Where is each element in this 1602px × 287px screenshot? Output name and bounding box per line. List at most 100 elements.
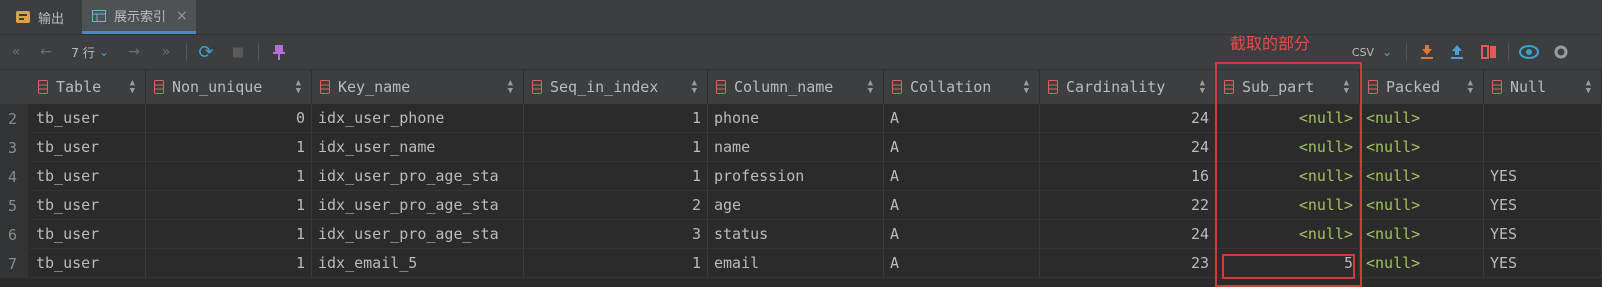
- column-header-collation[interactable]: Collation ▲ ▼: [884, 70, 1040, 104]
- cell-cardinality[interactable]: 16: [1040, 162, 1216, 191]
- sort-icon[interactable]: ▲ ▼: [508, 79, 513, 96]
- table-row[interactable]: 3 tb_user 1 idx_user_name 1 name A 24 <null> <nul…: [0, 133, 1602, 162]
- table-row[interactable]: 6 tb_user 1 idx_user_pro_age_sta 3 status A 24 <…: [0, 220, 1602, 249]
- sort-icon[interactable]: ▲ ▼: [1200, 79, 1205, 96]
- cell-collation[interactable]: A: [884, 191, 1040, 220]
- cell-cardinality[interactable]: 24: [1040, 133, 1216, 162]
- cell-cardinality[interactable]: 22: [1040, 191, 1216, 220]
- cell-packed[interactable]: <null>: [1360, 220, 1484, 249]
- sort-icon[interactable]: ▲ ▼: [868, 79, 873, 96]
- cell-table[interactable]: tb_user: [30, 162, 146, 191]
- cell-cardinality[interactable]: 24: [1040, 104, 1216, 133]
- pin-icon[interactable]: [270, 35, 288, 69]
- table-row[interactable]: 7 tb_user 1 idx_email_5 1 email A 23 5 <null> YES: [0, 249, 1602, 278]
- close-icon[interactable]: ×: [176, 8, 188, 24]
- view-icon[interactable]: [1518, 35, 1540, 69]
- cell-table[interactable]: tb_user: [30, 191, 146, 220]
- sort-icon[interactable]: ▲ ▼: [692, 79, 697, 96]
- cell-sub-part[interactable]: <null>: [1216, 133, 1360, 162]
- download-icon[interactable]: [1418, 35, 1436, 69]
- cell-sub-part[interactable]: <null>: [1216, 162, 1360, 191]
- cell-packed[interactable]: <null>: [1360, 162, 1484, 191]
- first-page-icon[interactable]: «: [8, 35, 24, 69]
- cell-non-unique[interactable]: 1: [146, 191, 312, 220]
- sort-icon[interactable]: ▲ ▼: [1586, 79, 1591, 96]
- sort-icon[interactable]: ▲ ▼: [1344, 79, 1349, 96]
- cell-packed[interactable]: <null>: [1360, 104, 1484, 133]
- cell-seq-in-index[interactable]: 1: [524, 162, 708, 191]
- cell-non-unique[interactable]: 1: [146, 133, 312, 162]
- cell-sub-part[interactable]: 5: [1216, 249, 1360, 278]
- cell-column-name[interactable]: age: [708, 191, 884, 220]
- column-header-null[interactable]: Null ▲ ▼: [1484, 70, 1602, 104]
- cell-sub-part[interactable]: <null>: [1216, 104, 1360, 133]
- tab-show-index[interactable]: 展示索引 ×: [82, 0, 196, 34]
- refresh-icon[interactable]: ⟳: [196, 35, 216, 69]
- cell-cardinality[interactable]: 24: [1040, 220, 1216, 249]
- cell-column-name[interactable]: profession: [708, 162, 884, 191]
- cell-packed[interactable]: <null>: [1360, 191, 1484, 220]
- cell-key-name[interactable]: idx_user_name: [312, 133, 524, 162]
- sort-icon[interactable]: ▲ ▼: [1024, 79, 1029, 96]
- cell-null[interactable]: YES: [1484, 249, 1602, 278]
- cell-table[interactable]: tb_user: [30, 133, 146, 162]
- sort-icon[interactable]: ▲ ▼: [130, 79, 135, 96]
- column-header-packed[interactable]: Packed ▲ ▼: [1360, 70, 1484, 104]
- table-row[interactable]: 5 tb_user 1 idx_user_pro_age_sta 2 age A 22 <nul…: [0, 191, 1602, 220]
- tab-output[interactable]: 输出: [10, 0, 86, 34]
- column-header-seq-in-index[interactable]: Seq_in_index ▲ ▼: [524, 70, 708, 104]
- cell-sub-part[interactable]: <null>: [1216, 220, 1360, 249]
- cell-null[interactable]: [1484, 133, 1602, 162]
- cell-collation[interactable]: A: [884, 249, 1040, 278]
- chevron-down-icon[interactable]: ⌄: [98, 35, 110, 69]
- cell-collation[interactable]: A: [884, 220, 1040, 249]
- cell-sub-part[interactable]: <null>: [1216, 191, 1360, 220]
- cell-non-unique[interactable]: 1: [146, 162, 312, 191]
- cell-packed[interactable]: <null>: [1360, 249, 1484, 278]
- cell-key-name[interactable]: idx_user_phone: [312, 104, 524, 133]
- compare-icon[interactable]: [1480, 35, 1498, 69]
- cell-packed[interactable]: <null>: [1360, 133, 1484, 162]
- cell-cardinality[interactable]: 23: [1040, 249, 1216, 278]
- stop-icon[interactable]: ■: [230, 35, 246, 69]
- column-header-non-unique[interactable]: Non_unique ▲ ▼: [146, 70, 312, 104]
- next-page-icon[interactable]: →: [126, 35, 142, 69]
- cell-null[interactable]: [1484, 104, 1602, 133]
- cell-seq-in-index[interactable]: 1: [524, 133, 708, 162]
- cell-seq-in-index[interactable]: 3: [524, 220, 708, 249]
- cell-non-unique[interactable]: 1: [146, 249, 312, 278]
- cell-column-name[interactable]: phone: [708, 104, 884, 133]
- cell-seq-in-index[interactable]: 1: [524, 104, 708, 133]
- row-count-label[interactable]: 7 行: [70, 35, 96, 69]
- cell-column-name[interactable]: email: [708, 249, 884, 278]
- column-header-cardinality[interactable]: Cardinality ▲ ▼: [1040, 70, 1216, 104]
- prev-page-icon[interactable]: ←: [38, 35, 54, 69]
- cell-table[interactable]: tb_user: [30, 249, 146, 278]
- cell-column-name[interactable]: status: [708, 220, 884, 249]
- upload-icon[interactable]: [1448, 35, 1466, 69]
- cell-key-name[interactable]: idx_user_pro_age_sta: [312, 220, 524, 249]
- cell-collation[interactable]: A: [884, 162, 1040, 191]
- settings-icon[interactable]: [1550, 35, 1572, 69]
- last-page-icon[interactable]: »: [158, 35, 174, 69]
- table-row[interactable]: 4 tb_user 1 idx_user_pro_age_sta 1 profession…: [0, 162, 1602, 191]
- cell-key-name[interactable]: idx_user_pro_age_sta: [312, 162, 524, 191]
- column-header-sub-part[interactable]: Sub_part ▲ ▼: [1216, 70, 1360, 104]
- cell-non-unique[interactable]: 1: [146, 220, 312, 249]
- cell-seq-in-index[interactable]: 1: [524, 249, 708, 278]
- cell-null[interactable]: YES: [1484, 162, 1602, 191]
- sort-icon[interactable]: ▲ ▼: [1468, 79, 1473, 96]
- cell-seq-in-index[interactable]: 2: [524, 191, 708, 220]
- sort-icon[interactable]: ▲ ▼: [296, 79, 301, 96]
- cell-non-unique[interactable]: 0: [146, 104, 312, 133]
- cell-key-name[interactable]: idx_email_5: [312, 249, 524, 278]
- column-header-key-name[interactable]: Key_name ▲ ▼: [312, 70, 524, 104]
- chevron-down-icon[interactable]: ⌄: [1380, 35, 1394, 69]
- cell-table[interactable]: tb_user: [30, 104, 146, 133]
- column-header-table[interactable]: Table ▲ ▼: [30, 70, 146, 104]
- cell-collation[interactable]: A: [884, 104, 1040, 133]
- cell-column-name[interactable]: name: [708, 133, 884, 162]
- cell-null[interactable]: YES: [1484, 220, 1602, 249]
- export-format-select[interactable]: CSV: [1348, 35, 1378, 69]
- column-header-column-name[interactable]: Column_name ▲ ▼: [708, 70, 884, 104]
